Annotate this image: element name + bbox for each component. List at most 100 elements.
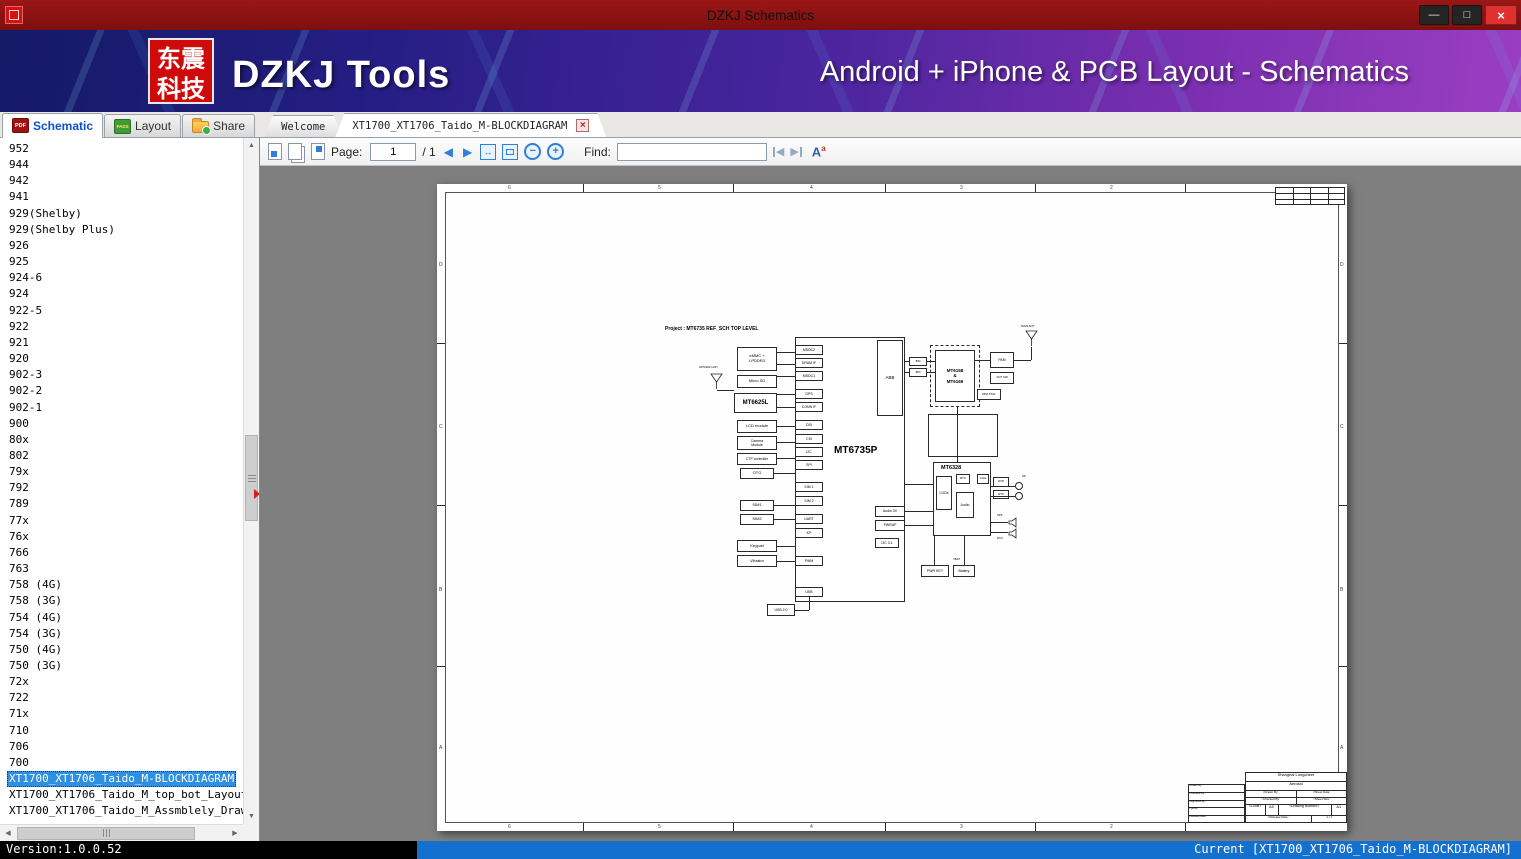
list-item[interactable]: 922-5 — [7, 303, 44, 319]
schematic-wire — [964, 536, 965, 565]
next-page-icon[interactable]: ▶ — [461, 145, 474, 159]
list-item[interactable]: 924-6 — [7, 270, 44, 286]
current-file-label: Current [XT1700_XT1706_Taido_M-BLOCKDIAG… — [417, 841, 1521, 859]
previous-page-icon[interactable]: ◀ — [442, 145, 455, 159]
schematic-block: MSDC2 — [795, 345, 823, 355]
close-tab-icon[interactable]: × — [576, 119, 589, 132]
snapshot-icon[interactable] — [311, 143, 325, 160]
find-label: Find: — [584, 145, 611, 159]
list-item[interactable]: 902-1 — [7, 400, 44, 416]
list-item[interactable]: 77x — [7, 513, 31, 529]
horizontal-scrollbar-thumb[interactable] — [17, 827, 195, 840]
list-item[interactable]: 710 — [7, 723, 31, 739]
schematic-block: PAM — [990, 352, 1014, 368]
approval-table-cell: <QA By: — [1189, 808, 1198, 811]
share-folder-icon — [192, 121, 209, 133]
splitter-collapse-icon[interactable] — [254, 489, 260, 499]
tab-share[interactable]: Share — [182, 114, 255, 137]
list-item[interactable]: 900 — [7, 416, 31, 432]
scroll-left-icon[interactable]: ◀ — [0, 825, 16, 841]
list-item[interactable]: 792 — [7, 480, 31, 496]
list-item[interactable]: 929(Shelby Plus) — [7, 222, 117, 238]
copy-page-icon[interactable] — [288, 143, 302, 160]
fit-page-icon[interactable] — [502, 144, 518, 160]
schematic-block: PWM — [795, 556, 823, 566]
list-item[interactable]: 766 — [7, 545, 31, 561]
vertical-scrollbar-thumb[interactable] — [245, 435, 258, 521]
list-item[interactable]: 925 — [7, 254, 31, 270]
list-item[interactable]: 922 — [7, 319, 31, 335]
tab-layout[interactable]: PADS Layout — [104, 114, 181, 137]
page-input[interactable] — [370, 143, 416, 161]
scroll-up-icon[interactable]: ▲ — [244, 138, 259, 153]
minimize-button[interactable]: — — [1419, 5, 1449, 25]
list-item[interactable]: 926 — [7, 238, 31, 254]
fit-width-icon[interactable]: ↔ — [480, 144, 496, 160]
schematic-block: KP — [795, 528, 823, 538]
find-next-icon[interactable]: ▶ — [790, 145, 801, 158]
title-block-cell: Shanghai Longcheer — [1246, 773, 1346, 777]
list-item[interactable]: XT1700_XT1706_Taido_M-BLOCKDIAGRAM — [7, 771, 236, 787]
list-item[interactable]: 754 (3G) — [7, 626, 64, 642]
list-item[interactable]: 789 — [7, 496, 31, 512]
list-item[interactable]: 802 — [7, 448, 31, 464]
schematic-block: SIM 1 — [795, 482, 823, 492]
tab-schematic[interactable]: PDF Schematic — [2, 113, 103, 138]
logo-line2: 科技 — [150, 75, 212, 105]
schematic-block: Vibrator — [737, 555, 777, 567]
list-item[interactable]: 924 — [7, 286, 31, 302]
find-input[interactable] — [617, 143, 767, 161]
schematic-viewer[interactable]: eMMC + LPDDR3Micro SDMT6625LLCD moduleCa… — [260, 166, 1521, 841]
list-item[interactable]: 722 — [7, 690, 31, 706]
tab-blockdiagram[interactable]: XT1700_XT1706_Taido_M-BLOCKDIAGRAM × — [335, 113, 606, 137]
schematic-wire — [777, 561, 795, 562]
list-item[interactable]: 750 (3G) — [7, 658, 64, 674]
schematic-wire — [777, 394, 795, 395]
scroll-down-icon[interactable]: ▼ — [244, 809, 259, 824]
list-item[interactable]: 700 — [7, 755, 31, 771]
horizontal-scrollbar[interactable]: ◀ ▶ — [0, 824, 243, 841]
dzkj-logo: 东震 科技 — [148, 38, 214, 104]
list-item[interactable]: 754 (4G) — [7, 610, 64, 626]
list-item[interactable]: 902-3 — [7, 367, 44, 383]
list-item[interactable]: XT1700_XT1706_Taido_M_top_bot_Layout — [7, 787, 243, 803]
schematic-block: CONN IF — [795, 402, 823, 412]
tab-layout-label: Layout — [135, 119, 171, 133]
list-item[interactable]: XT1700_XT1706_Taido_M_Assmblely_Drawing — [7, 803, 243, 819]
list-item[interactable]: 758 (4G) — [7, 577, 64, 593]
zoom-out-icon[interactable]: − — [524, 143, 541, 160]
list-item[interactable]: 929(Shelby) — [7, 206, 84, 222]
schematic-block: Micro SD — [737, 375, 777, 388]
list-item[interactable]: 941 — [7, 189, 31, 205]
list-item[interactable]: 952 — [7, 141, 31, 157]
list-item[interactable]: 72x — [7, 674, 31, 690]
tab-welcome[interactable]: Welcome — [264, 115, 342, 137]
list-item[interactable]: 944 — [7, 157, 31, 173]
schematic-wire — [991, 486, 1015, 487]
maximize-button[interactable]: □ — [1452, 5, 1482, 25]
vertical-scrollbar[interactable]: ▲ ▼ — [243, 138, 259, 824]
open-page-icon[interactable] — [268, 143, 282, 160]
find-previous-icon[interactable]: ◀ — [773, 145, 784, 158]
list-item[interactable]: 920 — [7, 351, 31, 367]
list-item[interactable]: 758 (3G) — [7, 593, 64, 609]
zoom-in-icon[interactable]: + — [547, 143, 564, 160]
list-item[interactable]: 750 (4G) — [7, 642, 64, 658]
list-item[interactable]: 921 — [7, 335, 31, 351]
list-item[interactable]: 79x — [7, 464, 31, 480]
close-button[interactable]: × — [1485, 5, 1517, 25]
sheet-tick — [437, 343, 445, 344]
match-case-icon[interactable]: Aa — [812, 144, 826, 159]
schematic-block: Battery — [953, 565, 975, 577]
tab-blockdiagram-label: XT1700_XT1706_Taido_M-BLOCKDIAGRAM — [352, 120, 567, 132]
list-item[interactable]: 763 — [7, 561, 31, 577]
list-item[interactable]: 942 — [7, 173, 31, 189]
schematic-label: MT6328 — [941, 465, 961, 471]
list-item[interactable]: 71x — [7, 706, 31, 722]
list-item[interactable]: 76x — [7, 529, 31, 545]
sheet-tick — [1035, 823, 1036, 831]
scroll-right-icon[interactable]: ▶ — [227, 825, 243, 841]
list-item[interactable]: 902-2 — [7, 383, 44, 399]
list-item[interactable]: 706 — [7, 739, 31, 755]
list-item[interactable]: 80x — [7, 432, 31, 448]
